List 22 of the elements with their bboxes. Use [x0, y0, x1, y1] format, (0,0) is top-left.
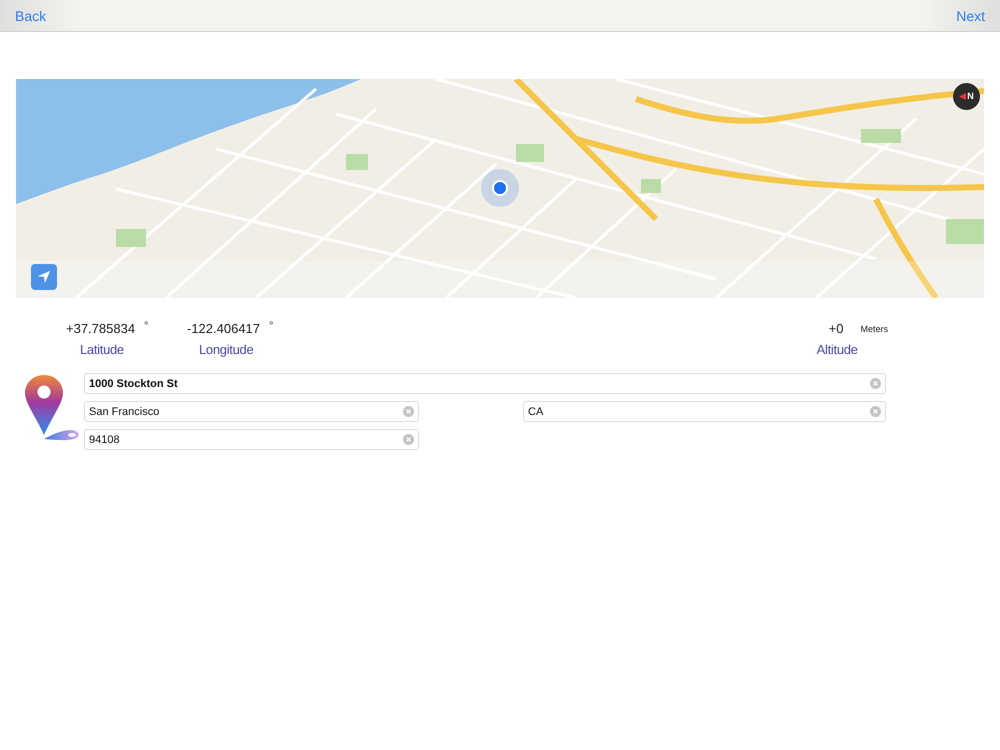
clear-icon[interactable] [870, 406, 881, 417]
clear-icon[interactable] [403, 406, 414, 417]
coordinate-label: Longitude [199, 342, 254, 357]
coordinate-value: +37.785834 [66, 321, 136, 337]
location-button[interactable] [31, 264, 57, 290]
zip-field[interactable]: 94108 [84, 429, 419, 450]
state-field[interactable]: CA [523, 401, 886, 422]
coordinate-label: Latitude [80, 342, 124, 357]
unit-label: Meters [860, 323, 888, 336]
location-arrow-icon [37, 270, 51, 284]
clear-icon[interactable] [403, 434, 414, 445]
unit-label: ° [144, 321, 148, 331]
coordinate-value: +0 [828, 321, 844, 337]
location-dot-icon [480, 168, 520, 208]
needle-icon [959, 93, 966, 100]
unit-label: ° [269, 321, 274, 331]
street-field[interactable]: 1000 Stockton St [84, 373, 886, 394]
coordinate-value: -122.406417 [187, 321, 260, 337]
coordinate-label: Altitude [816, 342, 858, 357]
city-field[interactable]: San Francisco [84, 401, 419, 422]
map-pin-icon [24, 375, 80, 443]
clear-icon[interactable] [870, 378, 881, 389]
